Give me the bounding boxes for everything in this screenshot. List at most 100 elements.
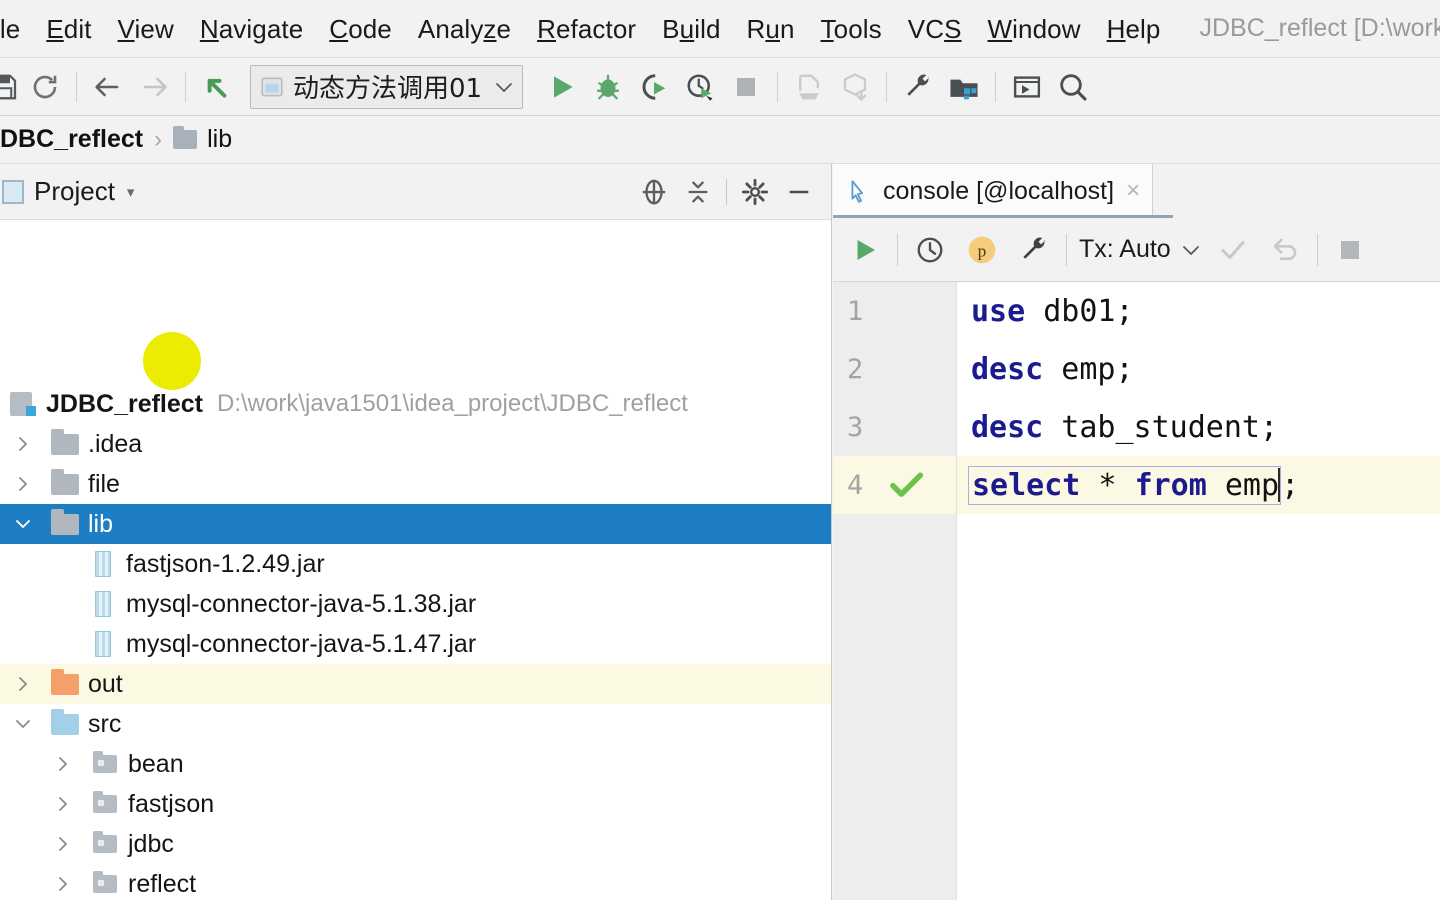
panel-settings-icon[interactable] [733, 172, 777, 212]
chevron-right-icon[interactable] [10, 471, 36, 497]
menu-item-code[interactable]: Code [316, 16, 405, 42]
hide-panel-icon[interactable] [777, 172, 821, 212]
tree-row-file[interactable]: file [0, 464, 831, 504]
tx-mode-selector[interactable]: Tx: Auto [1073, 235, 1207, 264]
sql-keyword: use [971, 293, 1026, 329]
green-check-icon[interactable] [889, 470, 923, 500]
tree-row-out[interactable]: out [0, 664, 831, 704]
tree-row-mysql-connector-47[interactable]: mysql-connector-java-5.1.47.jar [0, 624, 831, 664]
menu-item-run[interactable]: Run [734, 16, 808, 42]
gutter-line-4: 4 [833, 456, 956, 514]
editor-gutter[interactable]: 1 2 3 4 [833, 282, 957, 900]
sql-keyword-from: from [1134, 467, 1207, 503]
chevron-right-icon[interactable] [10, 671, 36, 697]
stop-icon [1324, 226, 1376, 274]
execute-icon[interactable] [839, 226, 891, 274]
close-icon[interactable]: × [1126, 177, 1140, 205]
collapse-all-icon[interactable] [676, 172, 720, 212]
project-structure-icon[interactable] [941, 65, 987, 109]
run-icon[interactable] [539, 65, 585, 109]
chevron-down-icon[interactable] [10, 711, 36, 737]
tree-label: bean [128, 749, 184, 778]
tab-active-underline [833, 215, 1173, 218]
code-line-3[interactable]: desc tab_student; [957, 398, 1440, 456]
sql-editor[interactable]: 1 2 3 4 use db01; desc emp; desc tab_stu… [833, 282, 1440, 900]
project-tree[interactable]: JDBC_reflect D:\work\java1501\idea_proje… [0, 384, 831, 900]
sync-refresh-icon[interactable] [22, 65, 68, 109]
breadcrumb-project[interactable]: DBC_reflect [0, 125, 143, 154]
code-line-4[interactable]: select * from emp; [957, 456, 1440, 514]
menu-mnemonic-build: u [679, 13, 695, 44]
menu-mnemonic-code: C [329, 13, 349, 44]
db-settings-icon[interactable] [1008, 226, 1060, 274]
tree-row-src[interactable]: src [0, 704, 831, 744]
terminal-icon[interactable] [1004, 65, 1050, 109]
tree-row-lib[interactable]: lib [0, 504, 831, 544]
run-configuration-selector[interactable]: 动态方法调用01 [250, 64, 524, 109]
profile-icon[interactable] [677, 65, 723, 109]
menu-item-build[interactable]: Build [649, 16, 733, 42]
toolbar-separator-2 [185, 71, 186, 102]
chevron-right-icon[interactable] [50, 831, 76, 857]
tree-row-idea[interactable]: .idea [0, 424, 831, 464]
chevron-right-icon[interactable] [50, 751, 76, 777]
menu-mnemonic-analyze: z [483, 13, 497, 44]
panel-header-separator [726, 178, 727, 205]
menu-item-refactor[interactable]: Refactor [524, 16, 649, 42]
chevron-down-icon[interactable]: ▾ [127, 183, 135, 201]
navigate-back-icon[interactable] [85, 65, 131, 109]
editor-lines[interactable]: use db01; desc emp; desc tab_student; se… [957, 282, 1440, 900]
tree-row-jdbc-pkg[interactable]: jdbc [0, 824, 831, 864]
menu-item-vcs[interactable]: VCS [895, 16, 975, 42]
executed-statement-box[interactable]: select * from emp [968, 465, 1282, 505]
jar-icon [88, 551, 118, 577]
line-number: 2 [847, 353, 864, 385]
chevron-down-icon[interactable] [1181, 243, 1201, 257]
menu-item-file[interactable]: ile [0, 16, 33, 42]
line-number: 4 [847, 469, 864, 501]
code-line-1[interactable]: use db01; [957, 282, 1440, 340]
search-everywhere-icon[interactable] [1050, 65, 1096, 109]
debug-icon[interactable] [585, 65, 631, 109]
import-gradle-icon [832, 65, 878, 109]
jar-icon [88, 631, 118, 657]
tree-row-fastjson-pkg[interactable]: fastjson [0, 784, 831, 824]
menu-item-analyze[interactable]: Analyze [405, 16, 524, 42]
tree-label: src [88, 709, 122, 738]
tree-row-mysql-connector-38[interactable]: mysql-connector-java-5.1.38.jar [0, 584, 831, 624]
toolbar-separator [76, 71, 77, 102]
chevron-right-icon[interactable] [10, 431, 36, 457]
history-clock-icon[interactable] [904, 226, 956, 274]
breadcrumb-folder[interactable]: lib [207, 125, 232, 154]
save-all-icon[interactable] [0, 65, 22, 109]
idea-window: ile Edit View Navigate Code Analyze Refa… [0, 0, 1440, 900]
build-project-icon [786, 65, 832, 109]
project-tool-window: Project ▾ JDBC_reflect D:\work\java1501\… [0, 164, 832, 900]
rollback-icon [1259, 226, 1311, 274]
project-panel-title: Project [34, 176, 115, 206]
settings-wrench-icon[interactable] [895, 65, 941, 109]
parameters-icon[interactable]: p [956, 226, 1008, 274]
menu-item-view[interactable]: View [105, 16, 187, 42]
chevron-right-icon[interactable] [50, 871, 76, 897]
menu-item-navigate[interactable]: Navigate [187, 16, 316, 42]
chevron-down-icon[interactable] [10, 511, 36, 537]
menu-item-edit[interactable]: Edit [33, 16, 104, 42]
chevron-right-icon[interactable] [50, 791, 76, 817]
tx-mode-label: Tx: Auto [1079, 235, 1171, 263]
run-with-coverage-icon[interactable] [631, 65, 677, 109]
tab-console-localhost[interactable]: console [@localhost] × [833, 164, 1154, 218]
menu-item-help[interactable]: Help [1094, 16, 1174, 42]
menu-mnemonic-view: V [117, 13, 135, 44]
sql-semicolon: ; [1281, 467, 1300, 503]
jump-to-source-icon[interactable] [194, 65, 240, 109]
code-line-2[interactable]: desc emp; [957, 340, 1440, 398]
tree-row-fastjson-jar[interactable]: fastjson-1.2.49.jar [0, 544, 831, 584]
tree-row-reflect-pkg[interactable]: reflect [0, 864, 831, 900]
menu-item-tools[interactable]: Tools [808, 16, 895, 42]
tree-row-jdbc-reflect[interactable]: JDBC_reflect D:\work\java1501\idea_proje… [0, 384, 831, 424]
tree-row-bean[interactable]: bean [0, 744, 831, 784]
chevron-down-icon[interactable] [494, 80, 514, 94]
menu-item-window[interactable]: Window [975, 16, 1094, 42]
locate-target-icon[interactable] [632, 172, 676, 212]
